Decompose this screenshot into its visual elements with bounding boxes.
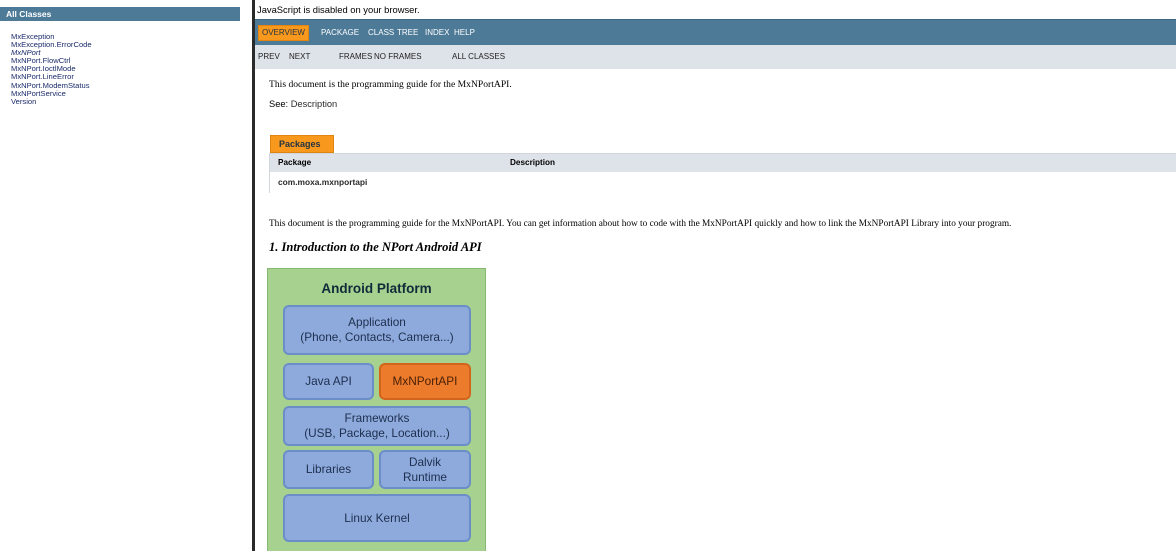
see-description-line: See: Description [269, 99, 337, 109]
libraries-box: Libraries [283, 450, 374, 489]
top-navigation-bar: OVERVIEW PACKAGE CLASS TREE INDEX HELP [255, 19, 1176, 45]
sub-navigation-bar: PREV NEXT FRAMES NO FRAMES ALL CLASSES [255, 45, 1176, 69]
detailed-description: This document is the programming guide f… [269, 219, 1012, 229]
nav-help-link[interactable]: HELP [454, 26, 475, 40]
application-label: Application [348, 315, 406, 329]
prev-link[interactable]: PREV [258, 52, 280, 61]
next-link[interactable]: NEXT [289, 52, 310, 61]
all-classes-header: All Classes [0, 7, 240, 21]
table-row: com.moxa.mxnportapi [270, 172, 1176, 193]
application-sublabel: (Phone, Contacts, Camera...) [300, 330, 454, 344]
linux-kernel-box: Linux Kernel [283, 494, 471, 542]
linux-kernel-label: Linux Kernel [344, 510, 410, 525]
packages-table: Package Description com.moxa.mxnportapi [269, 153, 1176, 193]
packages-table-caption: Packages [270, 135, 334, 153]
runtime-label: Runtime [403, 469, 447, 484]
mxnportapi-label: MxNPortAPI [392, 374, 458, 388]
nav-overview-tab[interactable]: OVERVIEW [258, 25, 309, 41]
javascript-disabled-notice: JavaScript is disabled on your browser. [257, 4, 420, 15]
class-list: MxException MxException.ErrorCode MxNPort M… [11, 32, 92, 106]
java-api-label: Java API [305, 374, 352, 388]
column-header-description: Description [510, 158, 556, 167]
frameworks-layer-box: Frameworks (USB, Package, Location...) [283, 406, 471, 446]
content-frame: JavaScript is disabled on your browser. … [255, 0, 1176, 551]
frames-link[interactable]: FRAMES [339, 52, 372, 61]
column-header-package: Package [278, 158, 312, 167]
section-heading: 1. Introduction to the NPort Android API [269, 240, 482, 254]
android-platform-diagram: Android Platform Application (Phone, Con… [267, 268, 486, 551]
java-api-box: Java API [283, 363, 374, 400]
dalvik-runtime-box: Dalvik Runtime [379, 450, 471, 489]
description-link[interactable]: Description [291, 99, 338, 109]
nav-package-link[interactable]: PACKAGE [321, 26, 359, 40]
nav-tree-link[interactable]: TREE [397, 26, 418, 40]
libraries-label: Libraries [305, 462, 352, 476]
diagram-title: Android Platform [321, 281, 432, 296]
package-link[interactable]: com.moxa.mxnportapi [278, 172, 367, 193]
mxnportapi-box: MxNPortAPI [379, 363, 471, 400]
nav-index-link[interactable]: INDEX [425, 26, 449, 40]
see-label: See: [269, 99, 289, 109]
class-list-frame: All Classes MxException MxException.Error… [0, 0, 252, 551]
frameworks-sublabel: (USB, Package, Location...) [304, 426, 450, 440]
frameworks-label: Frameworks [344, 411, 410, 425]
no-frames-link[interactable]: NO FRAMES [374, 52, 422, 61]
class-list-item[interactable]: Version [11, 97, 92, 106]
table-header-row: Package Description [270, 154, 1176, 172]
nav-class-link[interactable]: CLASS [368, 26, 394, 40]
all-classes-link[interactable]: ALL CLASSES [452, 52, 505, 61]
dalvik-label: Dalvik [408, 454, 442, 469]
application-layer-box: Application (Phone, Contacts, Camera...) [283, 305, 471, 355]
summary-description: This document is the programming guide f… [269, 79, 512, 90]
